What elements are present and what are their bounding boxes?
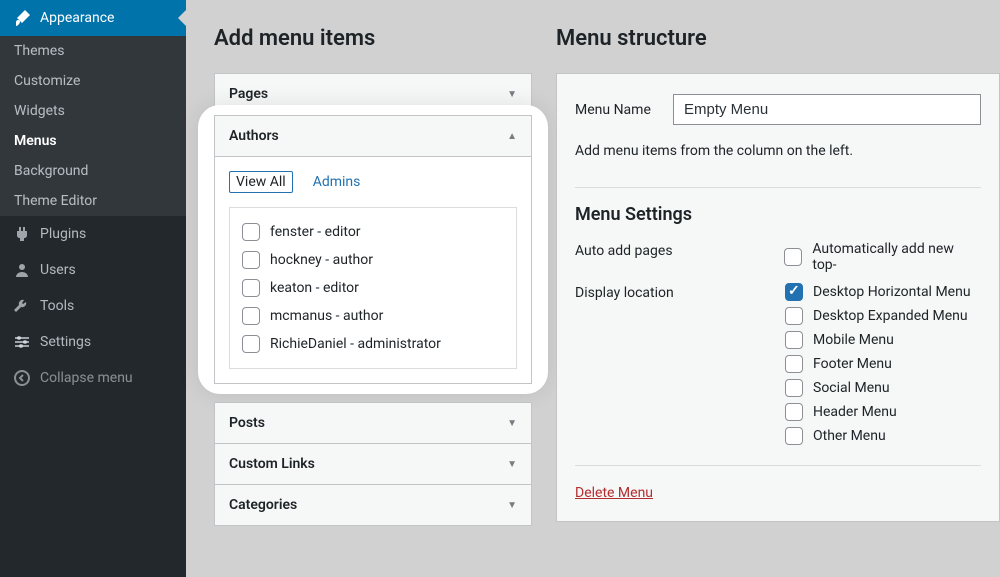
- author-item[interactable]: keaton - editor: [242, 274, 504, 302]
- authors-highlight: Authors ▲ View All Admins fenster - edit…: [208, 115, 538, 384]
- panel-posts[interactable]: Posts ▼: [214, 402, 532, 444]
- authors-list: fenster - editor hockney - author keaton…: [229, 207, 517, 369]
- chevron-down-icon: ▼: [507, 89, 517, 100]
- loc-other[interactable]: Other Menu: [785, 427, 971, 445]
- sidebar-item-label: Users: [40, 262, 76, 278]
- sidebar-sub-theme-editor[interactable]: Theme Editor: [0, 186, 186, 216]
- wrench-icon: [12, 296, 32, 316]
- loc-social[interactable]: Social Menu: [785, 379, 971, 397]
- sidebar-item-label: Appearance: [40, 10, 114, 26]
- menu-structure-column: Menu structure Menu Name Add menu items …: [556, 0, 1000, 577]
- author-checkbox[interactable]: [242, 307, 260, 325]
- sliders-icon: [12, 332, 32, 352]
- sidebar-sub-background[interactable]: Background: [0, 156, 186, 186]
- chevron-down-icon: ▼: [507, 459, 517, 470]
- auto-add-label: Auto add pages: [575, 241, 784, 259]
- brush-icon: [12, 8, 32, 28]
- add-items-title: Add menu items: [214, 26, 532, 51]
- author-item[interactable]: mcmanus - author: [242, 302, 504, 330]
- loc-mobile[interactable]: Mobile Menu: [785, 331, 971, 349]
- panel-authors: Authors ▲ View All Admins fenster - edit…: [214, 115, 532, 384]
- panel-posts-label: Posts: [229, 415, 265, 431]
- menu-structure-title: Menu structure: [556, 26, 1000, 51]
- panel-pages-label: Pages: [229, 86, 268, 102]
- admin-sidebar: Appearance Themes Customize Widgets Menu…: [0, 0, 186, 577]
- loc-checkbox[interactable]: [785, 355, 803, 373]
- sidebar-item-appearance[interactable]: Appearance: [0, 0, 186, 36]
- users-icon: [12, 260, 32, 280]
- sidebar-item-users[interactable]: Users: [0, 252, 186, 288]
- sidebar-item-settings[interactable]: Settings: [0, 324, 186, 360]
- sidebar-sub-themes[interactable]: Themes: [0, 36, 186, 66]
- author-checkbox[interactable]: [242, 279, 260, 297]
- sidebar-sub-menus[interactable]: Menus: [0, 126, 186, 156]
- chevron-down-icon: ▼: [507, 500, 517, 511]
- authors-subtabs: View All Admins: [229, 171, 517, 193]
- panel-authors-label: Authors: [229, 128, 279, 144]
- panel-categories[interactable]: Categories ▼: [214, 485, 532, 526]
- author-item[interactable]: fenster - editor: [242, 218, 504, 246]
- sidebar-item-label: Tools: [40, 298, 74, 314]
- display-location-options: Desktop Horizontal Menu Desktop Expanded…: [785, 283, 971, 445]
- loc-checkbox[interactable]: [785, 427, 803, 445]
- menu-name-input[interactable]: [673, 94, 981, 125]
- menu-name-label: Menu Name: [575, 102, 673, 118]
- sidebar-item-plugins[interactable]: Plugins: [0, 216, 186, 252]
- menu-structure-box: Menu Name Add menu items from the column…: [556, 73, 1000, 522]
- loc-checkbox[interactable]: [785, 307, 803, 325]
- display-location-label: Display location: [575, 283, 785, 301]
- subtab-view-all[interactable]: View All: [229, 171, 293, 193]
- auto-add-checkbox-row[interactable]: Automatically add new top-: [784, 241, 981, 273]
- loc-checkbox[interactable]: [785, 379, 803, 397]
- loc-desktop-horizontal[interactable]: Desktop Horizontal Menu: [785, 283, 971, 301]
- panel-categories-label: Categories: [229, 497, 297, 513]
- sidebar-sub-widgets[interactable]: Widgets: [0, 96, 186, 126]
- menu-settings-title: Menu Settings: [575, 204, 981, 225]
- menu-help-text: Add menu items from the column on the le…: [575, 143, 981, 159]
- plug-icon: [12, 224, 32, 244]
- subtab-admins[interactable]: Admins: [307, 172, 367, 192]
- panel-custom-links-label: Custom Links: [229, 456, 315, 472]
- chevron-down-icon: ▼: [507, 418, 517, 429]
- sidebar-item-label: Plugins: [40, 226, 86, 242]
- sidebar-submenu-appearance: Themes Customize Widgets Menus Backgroun…: [0, 36, 186, 216]
- sidebar-item-tools[interactable]: Tools: [0, 288, 186, 324]
- main-content: Add menu items Pages ▼ Authors ▲ View Al…: [186, 0, 1000, 577]
- author-checkbox[interactable]: [242, 251, 260, 269]
- loc-header[interactable]: Header Menu: [785, 403, 971, 421]
- delete-menu-link[interactable]: Delete Menu: [575, 485, 653, 501]
- loc-checkbox[interactable]: [785, 403, 803, 421]
- panel-pages[interactable]: Pages ▼: [214, 73, 532, 115]
- author-item[interactable]: RichieDaniel - administrator: [242, 330, 504, 358]
- loc-checkbox[interactable]: [785, 331, 803, 349]
- auto-add-checkbox[interactable]: [784, 248, 802, 266]
- loc-checkbox[interactable]: [785, 283, 803, 301]
- add-menu-items-column: Add menu items Pages ▼ Authors ▲ View Al…: [214, 0, 532, 577]
- panel-authors-header[interactable]: Authors ▲: [215, 116, 531, 157]
- sidebar-item-label: Settings: [40, 334, 91, 350]
- panel-custom-links[interactable]: Custom Links ▼: [214, 444, 532, 485]
- panel-authors-body: View All Admins fenster - editor hockney…: [215, 157, 531, 383]
- author-checkbox[interactable]: [242, 223, 260, 241]
- author-item[interactable]: hockney - author: [242, 246, 504, 274]
- sidebar-sub-customize[interactable]: Customize: [0, 66, 186, 96]
- chevron-up-icon: ▲: [507, 131, 517, 142]
- loc-desktop-expanded[interactable]: Desktop Expanded Menu: [785, 307, 971, 325]
- author-checkbox[interactable]: [242, 335, 260, 353]
- sidebar-item-label: Collapse menu: [40, 370, 133, 386]
- collapse-icon: [12, 368, 32, 388]
- sidebar-collapse[interactable]: Collapse menu: [0, 360, 186, 396]
- loc-footer[interactable]: Footer Menu: [785, 355, 971, 373]
